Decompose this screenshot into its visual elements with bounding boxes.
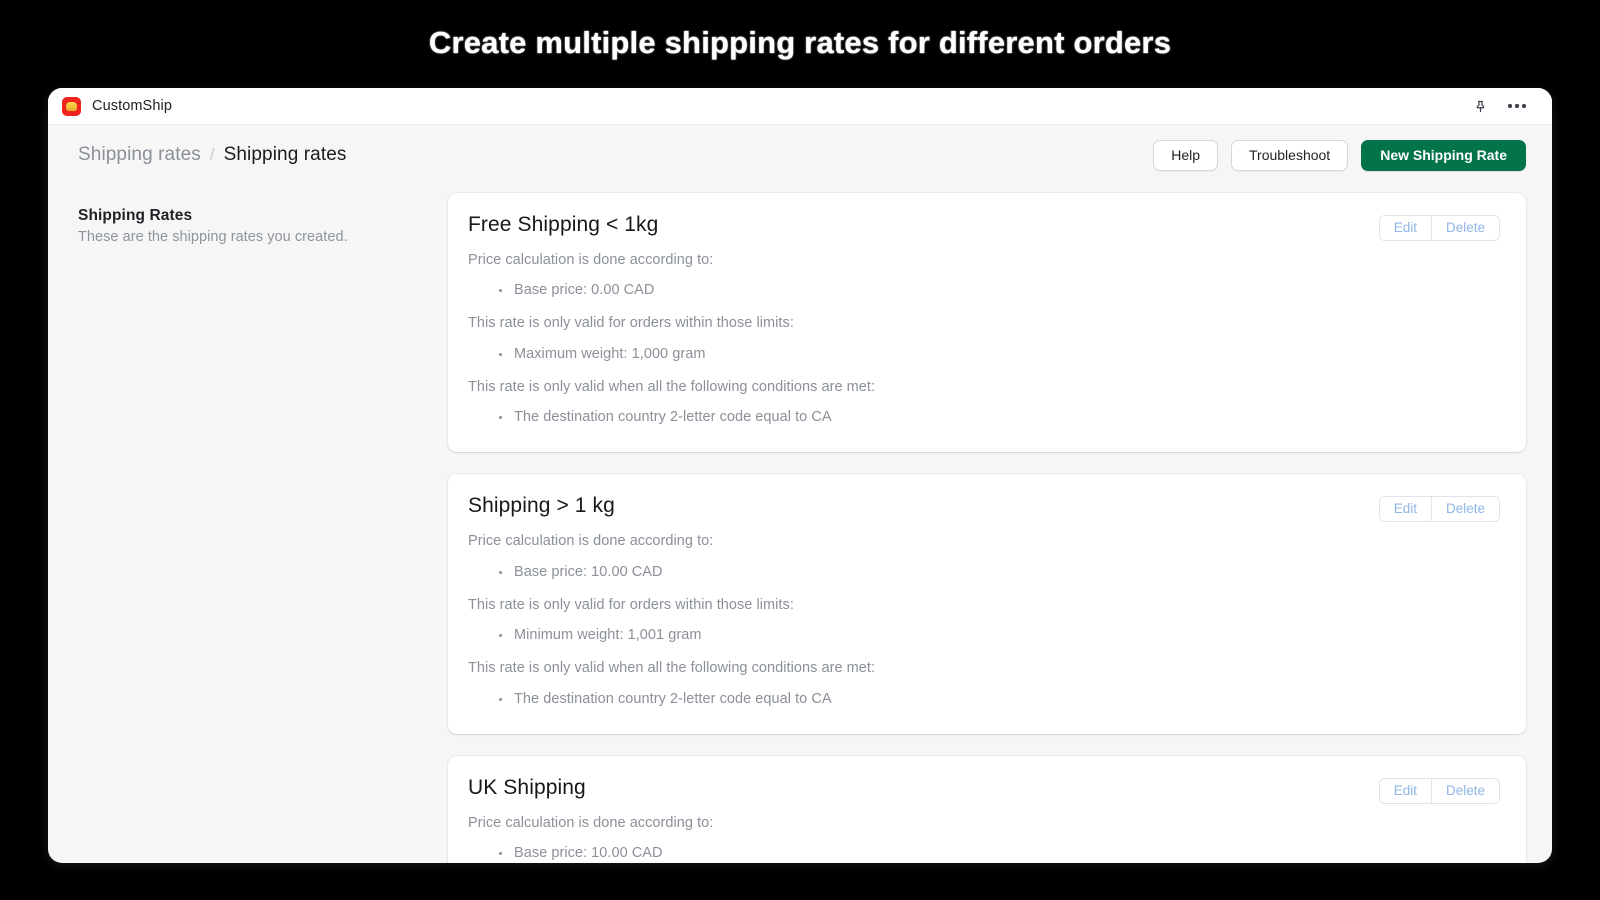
shipping-rate-title: Free Shipping < 1kg	[468, 213, 659, 236]
app-logo-icon	[62, 96, 81, 116]
price-calculation-section-list: Base price: 10.00 CADPrice per gram: 1.0	[468, 843, 1500, 863]
breadcrumb: Shipping rates / Shipping rates	[78, 144, 346, 166]
edit-button[interactable]: Edit	[1379, 778, 1431, 803]
card-header: Shipping > 1 kg Edit Delete	[468, 494, 1500, 523]
more-options-icon[interactable]	[1508, 104, 1526, 108]
limits-section-label: This rate is only valid for orders withi…	[468, 596, 794, 613]
delete-button[interactable]: Delete	[1430, 216, 1499, 240]
card-header: UK Shipping Edit Delete	[468, 776, 1500, 804]
window-topbar: CustomShip	[48, 88, 1552, 125]
banner-title: Create multiple shipping rates for diffe…	[428, 25, 1172, 60]
conditions-section-list: The destination country 2-letter code eq…	[468, 407, 1500, 428]
price-calculation-section-list: Base price: 10.00 CAD	[468, 562, 1500, 583]
price-calculation-section: Price calculation is done according to: B…	[468, 249, 1500, 301]
sidebar: Shipping Rates These are the shipping ra…	[78, 185, 448, 863]
shipping-rate-title: Shipping > 1 kg	[468, 494, 615, 518]
conditions-section: This rate is only valid when all the fol…	[468, 657, 1500, 709]
row-actions: Edit Delete	[1378, 215, 1500, 241]
list-item: Base price: 10.00 CAD	[512, 843, 1500, 863]
limits-section: This rate is only valid for orders withi…	[468, 594, 1500, 646]
troubleshoot-button[interactable]: Troubleshoot	[1231, 139, 1349, 171]
price-calculation-section-list: Base price: 0.00 CAD	[468, 280, 1500, 301]
list-item: Minimum weight: 1,001 gram	[512, 625, 1500, 646]
price-calculation-section-label: Price calculation is done according to:	[468, 814, 714, 831]
page-body: Shipping Rates These are the shipping ra…	[48, 185, 1552, 863]
breadcrumb-parent[interactable]: Shipping rates	[78, 144, 201, 166]
app-name-label: CustomShip	[92, 98, 172, 114]
app-logo-glyph	[66, 101, 77, 111]
pin-icon[interactable]	[1470, 96, 1490, 116]
price-calculation-section-label: Price calculation is done according to:	[468, 533, 714, 550]
edit-button[interactable]: Edit	[1379, 497, 1431, 522]
price-calculation-section: Price calculation is done according to: B…	[468, 812, 1500, 863]
app-window: CustomShip Shipping rates / Shipping rat…	[48, 88, 1552, 863]
shipping-rate-card: Free Shipping < 1kg Edit Delete Price calcu…	[448, 193, 1526, 453]
list-item: Base price: 10.00 CAD	[512, 562, 1500, 583]
page-header: Shipping rates / Shipping rates Help Tro…	[48, 125, 1552, 185]
help-button[interactable]: Help	[1153, 139, 1218, 171]
shipping-rate-card: UK Shipping Edit Delete Price calculation i…	[448, 755, 1526, 863]
list-item: Base price: 0.00 CAD	[512, 280, 1500, 301]
limits-section: This rate is only valid for orders withi…	[468, 312, 1500, 364]
row-actions: Edit Delete	[1378, 777, 1500, 804]
limits-section-list: Minimum weight: 1,001 gram	[468, 625, 1500, 646]
conditions-section-list: The destination country 2-letter code eq…	[468, 689, 1500, 710]
price-calculation-section: Price calculation is done according to: B…	[468, 530, 1500, 582]
price-calculation-section-label: Price calculation is done according to:	[468, 252, 714, 268]
breadcrumb-current: Shipping rates	[223, 144, 347, 165]
edit-button[interactable]: Edit	[1379, 216, 1431, 240]
delete-button[interactable]: Delete	[1430, 778, 1499, 803]
conditions-section: This rate is only valid when all the fol…	[468, 376, 1500, 428]
breadcrumb-separator: /	[209, 145, 215, 164]
shipping-rate-list: Free Shipping < 1kg Edit Delete Price calcu…	[448, 185, 1526, 863]
conditions-section-label: This rate is only valid when all the fol…	[468, 660, 876, 677]
limits-section-list: Maximum weight: 1,000 gram	[468, 344, 1500, 365]
conditions-section-label: This rate is only valid when all the fol…	[468, 378, 876, 395]
card-header: Free Shipping < 1kg Edit Delete	[468, 213, 1500, 241]
sidebar-subtitle: These are the shipping rates you created…	[78, 229, 348, 245]
shipping-rate-title: UK Shipping	[468, 775, 586, 799]
banner: Create multiple shipping rates for diffe…	[0, 0, 1600, 86]
delete-button[interactable]: Delete	[1430, 497, 1499, 522]
list-item: The destination country 2-letter code eq…	[512, 407, 1500, 428]
list-item: Maximum weight: 1,000 gram	[512, 344, 1500, 365]
header-actions: Help Troubleshoot New Shipping Rate	[1153, 139, 1526, 171]
list-item: The destination country 2-letter code eq…	[512, 689, 1500, 710]
shipping-rate-card: Shipping > 1 kg Edit Delete Price calculati…	[448, 474, 1526, 734]
limits-section-label: This rate is only valid for orders withi…	[468, 315, 794, 332]
row-actions: Edit Delete	[1378, 496, 1500, 523]
sidebar-title: Shipping Rates	[78, 207, 193, 224]
new-shipping-rate-button[interactable]: New Shipping Rate	[1361, 139, 1526, 171]
